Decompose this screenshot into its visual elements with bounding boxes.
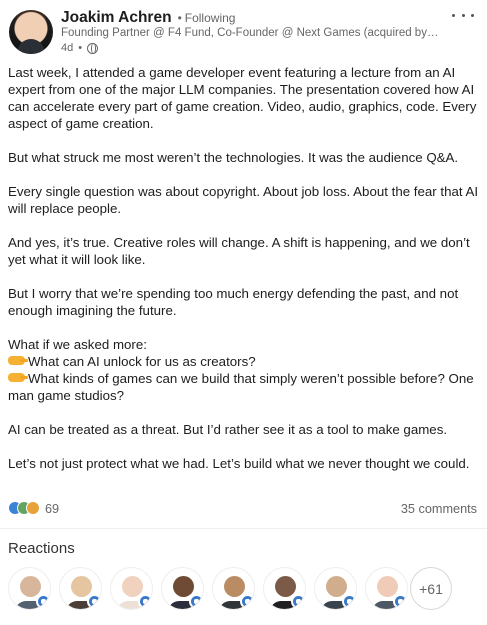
post-age: 4d [61,42,74,54]
post-meta: 4d • [61,41,99,55]
like-badge-icon [87,594,101,609]
post-text-line: expert from one of the major LLM compani… [8,81,479,98]
post-text-line: But I worry that we’re spending too much… [8,285,479,302]
reactors-row: +61 [8,567,459,610]
reactor-avatar[interactable] [314,567,357,610]
follow-separator: • [177,11,182,25]
post-text: What if we asked more: [8,337,147,352]
post-text: But I worry that we’re spending too much… [8,286,459,301]
more-dot-icon [452,13,455,17]
reactions-heading: Reactions [8,540,75,557]
post-text-line: yet what it will look like. [8,251,479,268]
author-name[interactable]: Joakim Achren [61,9,172,27]
comments-link[interactable]: 35 comments [401,502,477,516]
post-text-line: will replace people. [8,200,479,217]
reactor-avatar[interactable] [365,567,408,610]
author-name-line: Joakim Achren • Following [61,8,235,28]
post-text: can accelerate every part of game creati… [8,99,477,114]
more-reactors-button[interactable]: +61 [410,567,452,610]
pointing-hand-icon [8,373,28,382]
reactor-avatar[interactable] [161,567,204,610]
post-text: Last week, I attended a game developer e… [8,65,456,80]
reaction-count[interactable]: 69 [45,502,59,516]
like-badge-icon [393,594,407,609]
reactor-avatar[interactable] [212,567,255,610]
pointing-hand-icon [8,356,28,365]
post-text-line: What if we asked more: [8,336,479,353]
more-dot-icon [471,13,474,17]
like-badge-icon [189,594,203,609]
like-badge-icon [240,594,254,609]
post-text-line: Every single question was about copyrigh… [8,183,479,200]
post-text: enough imagining the future. [8,303,177,318]
reactor-avatar[interactable] [59,567,102,610]
post-text: yet what it will look like. [8,252,146,267]
post-text-line: Last week, I attended a game developer e… [8,64,479,81]
post-text: And yes, it’s true. Creative roles will … [8,235,470,250]
post-text-line: But what struck me most weren’t the tech… [8,149,479,166]
post-text: man game studios? [8,388,125,403]
reaction-summary-icons[interactable] [8,501,41,517]
post-text-line: aspect of game creation. [8,115,479,132]
post-text: aspect of game creation. [8,116,154,131]
post-text-line: What kinds of games can we build that si… [8,370,479,387]
post-text: What kinds of games can we build that si… [28,371,474,386]
post-text-line: What can AI unlock for us as creators? [8,353,479,370]
following-status: Following [184,11,236,25]
social-counts: 69 35 comments [8,500,477,518]
reactor-avatar[interactable] [110,567,153,610]
author-headline[interactable]: Founding Partner @ F4 Fund, Co-Founder @… [61,27,439,39]
post-text-line: AI can be treated as a threat. But I’d r… [8,421,479,438]
like-badge-icon [138,594,152,609]
post-text-line: can accelerate every part of game creati… [8,98,479,115]
like-badge-icon [291,594,305,609]
post-text: AI can be treated as a threat. But I’d r… [8,422,448,437]
reactor-avatar[interactable] [263,567,306,610]
post-body: Last week, I attended a game developer e… [8,64,479,472]
globe-icon [87,42,99,54]
post-age-separator: • [78,42,83,54]
post-text: But what struck me most weren’t the tech… [8,150,459,165]
love-reaction-icon [26,501,40,515]
post-text-line: enough imagining the future. [8,302,479,319]
post-text: Every single question was about copyrigh… [8,184,479,199]
more-dot-icon [461,13,465,17]
reactor-avatar[interactable] [8,567,51,610]
post-text: will replace people. [8,201,122,216]
author-avatar[interactable] [9,10,53,54]
section-divider [0,528,487,529]
post-text: Let’s not just protect what we had. Let’… [8,456,470,471]
post-text: What can AI unlock for us as creators? [28,354,256,369]
post-header: Joakim Achren • Following Founding Partn… [0,0,487,62]
more-options-button[interactable] [452,8,474,22]
post-text-line: man game studios? [8,387,479,404]
post-text: expert from one of the major LLM compani… [8,82,475,97]
post-text-line: And yes, it’s true. Creative roles will … [8,234,479,251]
like-badge-icon [36,594,50,609]
post-text-line: Let’s not just protect what we had. Let’… [8,455,479,472]
like-badge-icon [342,594,356,609]
